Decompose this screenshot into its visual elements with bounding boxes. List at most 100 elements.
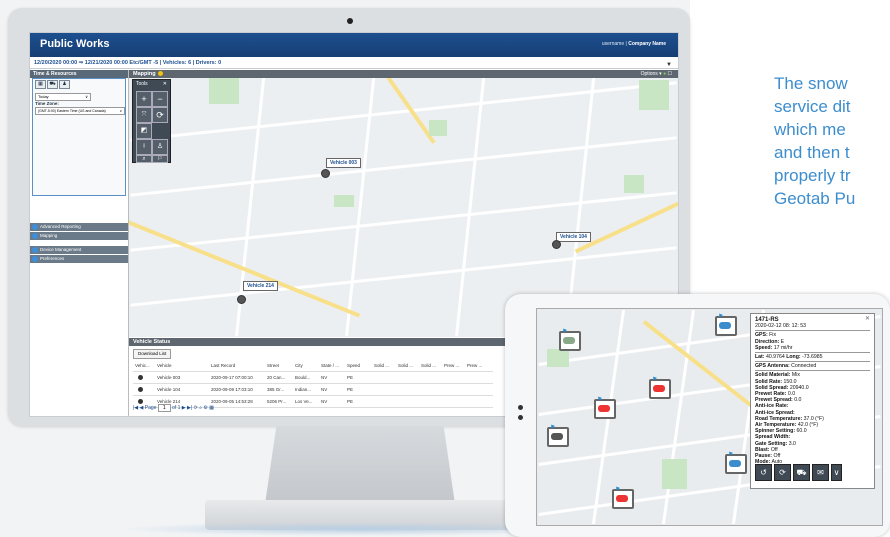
- vehicle-pin[interactable]: ⚑: [559, 329, 581, 351]
- vehicle-pin[interactable]: ⚑: [612, 487, 634, 509]
- field-value: 20940.0: [789, 384, 809, 391]
- table-row[interactable]: Vehicle 003 2020-09-17 07:00:10 20 Can..…: [133, 372, 493, 384]
- person-icon[interactable]: ♟: [59, 80, 70, 89]
- date-range[interactable]: 12/20/2020 00:00 ⇒ 12/21/2020 00:00 Etc/…: [34, 60, 221, 66]
- pin-icon[interactable]: ⍿: [136, 139, 152, 155]
- refresh-icon[interactable]: ⟳: [194, 405, 198, 411]
- truck-icon[interactable]: ⛟: [47, 80, 58, 89]
- map-park: [209, 78, 239, 104]
- settings-icon[interactable]: ⚙: [203, 405, 207, 411]
- field-value: Mix: [791, 372, 800, 379]
- vehicle-marker[interactable]: [552, 240, 561, 249]
- close-icon[interactable]: ✕: [163, 80, 167, 88]
- time-resources-header[interactable]: Time & Resources: [30, 70, 128, 78]
- column-header[interactable]: Last Record: [211, 360, 235, 371]
- column-header[interactable]: State / ...: [321, 360, 339, 371]
- timezone-select[interactable]: (GMT-5:00) Eastern Time (US and Canada) ∨: [35, 107, 125, 115]
- flag-icon: ⚑: [597, 397, 603, 403]
- close-icon[interactable]: ✕: [865, 316, 870, 322]
- description-line: which me: [774, 120, 846, 139]
- prev-page-icon[interactable]: ◀: [140, 405, 144, 411]
- tablet-screen[interactable]: ⚑ ⚑ ⚑ ⚑ ⚑ ⚑ ⚑ ✕ 1471-RS 2020-02-12 08: 1…: [536, 308, 883, 526]
- vehicle-marker[interactable]: [237, 295, 246, 304]
- fit-icon[interactable]: ⤧: [136, 107, 152, 123]
- column-header[interactable]: Street: [267, 360, 279, 371]
- search-zoom-icon[interactable]: ⌕: [136, 155, 152, 163]
- refresh-icon[interactable]: ⟳: [152, 107, 168, 123]
- reporting-icon: [32, 224, 38, 230]
- vehicle-pin[interactable]: ⚑: [715, 314, 737, 336]
- field-label: Solid Spread:: [755, 384, 789, 391]
- antenna-label: GPS Antenna:: [755, 363, 790, 370]
- history-icon[interactable]: ↺: [755, 464, 772, 481]
- grid-icon[interactable]: ▦: [209, 405, 214, 411]
- person-locate-icon[interactable]: ♙: [152, 139, 168, 155]
- speed-label: Speed:: [755, 344, 773, 351]
- first-page-icon[interactable]: |◀: [133, 405, 138, 411]
- lat-label: Lat:: [755, 354, 765, 361]
- truck-icon: [729, 460, 741, 467]
- map-options[interactable]: Options ▾ ● ☐: [641, 70, 672, 78]
- page-label: Page: [144, 405, 157, 411]
- zoom-out-icon[interactable]: −: [152, 91, 168, 107]
- next-page-icon[interactable]: ▶: [182, 405, 186, 411]
- date-range-bar: 12/20/2020 00:00 ⇒ 12/21/2020 00:00 Etc/…: [30, 57, 678, 69]
- username-link[interactable]: username: [602, 41, 624, 47]
- column-header[interactable]: Solid ...: [374, 360, 389, 371]
- chevron-down-icon[interactable]: ∨: [831, 464, 842, 481]
- section-device-management[interactable]: Device Management: [30, 246, 128, 254]
- user-info[interactable]: username | Company Name: [602, 41, 666, 47]
- download-list-button[interactable]: Download List: [133, 349, 172, 359]
- vehicle-label[interactable]: Vehicle 003: [326, 158, 361, 168]
- column-header[interactable]: City: [295, 360, 303, 371]
- last-page-icon[interactable]: ▶|: [187, 405, 192, 411]
- tools-title: Tools: [136, 81, 148, 87]
- refresh-icon[interactable]: ⟳: [774, 464, 791, 481]
- search-icon[interactable]: ⌕: [199, 405, 202, 411]
- vehicle-label[interactable]: Vehicle 214: [243, 281, 278, 291]
- description-line: The snow: [774, 74, 848, 93]
- map-park: [334, 195, 354, 207]
- vehicle-marker[interactable]: [321, 169, 330, 178]
- status-dot-icon: [138, 375, 143, 380]
- mail-icon[interactable]: ✉: [812, 464, 829, 481]
- column-header[interactable]: Prew ...: [467, 360, 482, 371]
- vehicle-pin[interactable]: ⚑: [547, 425, 569, 447]
- left-panel: Time & Resources ▦ ⛟ ♟ Today ∨ Time Zone:…: [30, 70, 129, 416]
- field-value: 3.0: [788, 440, 796, 447]
- column-header[interactable]: Solid ...: [421, 360, 436, 371]
- layers-icon[interactable]: ◩: [136, 123, 152, 139]
- field-label: Spinner Setting:: [755, 428, 796, 435]
- table-row[interactable]: Vehicle 104 2020-09-09 17:03:10 385 Gr..…: [133, 384, 493, 396]
- last-record-cell: 2020-09-17 07:00:10: [211, 375, 253, 380]
- column-header[interactable]: Prew ...: [444, 360, 459, 371]
- map-header: Mapping Options ▾ ● ☐: [129, 70, 678, 78]
- table-header-row: Vehic... Vehicle Last Record Street City…: [133, 360, 493, 372]
- section-advanced-reporting[interactable]: Advanced Reporting: [30, 223, 128, 231]
- column-header[interactable]: Vehicle: [157, 360, 172, 371]
- vehicle-label[interactable]: Vehicle 104: [556, 232, 591, 242]
- flag-icon: ⚑: [718, 314, 724, 320]
- route-icon[interactable]: ⚐: [152, 155, 168, 163]
- field-value: 0.0: [787, 391, 796, 398]
- map-title: Mapping: [133, 71, 156, 77]
- section-preferences[interactable]: Preferences: [30, 255, 128, 263]
- date-select[interactable]: Today ∨: [35, 93, 91, 101]
- field-label: Anti-ice Spread:: [755, 409, 795, 416]
- section-label: Preferences: [40, 256, 65, 261]
- divider: [755, 370, 870, 372]
- truck-icon[interactable]: ⛟: [793, 464, 810, 481]
- vehicle-pin[interactable]: ⚑: [594, 397, 616, 419]
- column-header[interactable]: Solid ...: [398, 360, 413, 371]
- page-input[interactable]: 1: [157, 404, 171, 412]
- vehicle-pin[interactable]: ⚑: [649, 377, 671, 399]
- column-header[interactable]: Speed: [347, 360, 360, 371]
- maximize-icon[interactable]: ☐: [668, 71, 672, 77]
- calendar-icon[interactable]: ▦: [35, 80, 46, 89]
- column-header[interactable]: Vehic...: [135, 360, 150, 371]
- field-label: Solid Rate:: [755, 378, 783, 385]
- vehicle-pin[interactable]: ⚑: [725, 452, 747, 474]
- zoom-in-icon[interactable]: +: [136, 91, 152, 107]
- tablet-sensor: [518, 415, 523, 420]
- section-mapping[interactable]: Mapping: [30, 232, 128, 240]
